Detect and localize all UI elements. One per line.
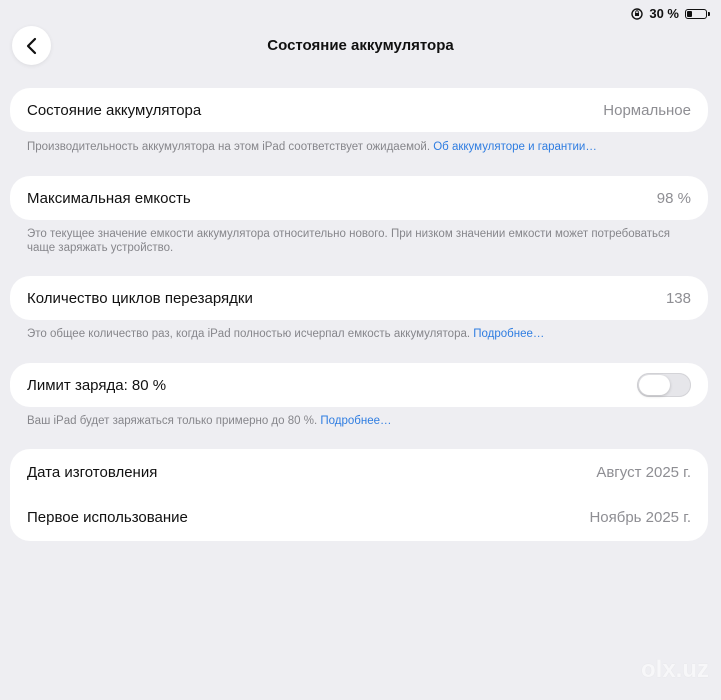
cycle-count-footnote-text: Это общее количество раз, когда iPad пол… bbox=[27, 328, 471, 340]
cycle-count-value: 138 bbox=[665, 289, 691, 307]
page-title: Состояние аккумулятора bbox=[267, 37, 454, 54]
max-capacity-row: Максимальная емкость 98 % bbox=[10, 176, 708, 220]
manufacture-date-row: Дата изготовления Август 2025 г. bbox=[10, 450, 708, 494]
max-capacity-card: Максимальная емкость 98 % bbox=[10, 176, 708, 220]
cycle-count-footnote: Это общее количество раз, когда iPad пол… bbox=[27, 327, 697, 341]
manufacture-date-label: Дата изготовления bbox=[27, 463, 158, 481]
charge-limit-toggle[interactable] bbox=[637, 373, 691, 397]
battery-level-fill bbox=[687, 10, 693, 17]
rotation-lock-icon bbox=[631, 7, 644, 20]
cycle-count-card: Количество циклов перезарядки 138 bbox=[10, 276, 708, 320]
battery-health-footnote-text: Производительность аккумулятора на этом … bbox=[27, 141, 431, 153]
cycle-count-label: Количество циклов перезарядки bbox=[27, 289, 253, 307]
toggle-knob bbox=[639, 375, 670, 395]
cycle-count-row: Количество циклов перезарядки 138 bbox=[10, 276, 708, 320]
battery-health-card: Состояние аккумулятора Нормальное bbox=[10, 88, 708, 132]
watermark-text: olx.uz bbox=[640, 656, 709, 683]
max-capacity-footnote: Это текущее значение емкости аккумулятор… bbox=[27, 228, 670, 254]
battery-health-value: Нормальное bbox=[603, 101, 691, 119]
max-capacity-value: 98 % bbox=[656, 189, 691, 207]
battery-health-label: Состояние аккумулятора bbox=[27, 101, 202, 119]
battery-health-row: Состояние аккумулятора Нормальное bbox=[10, 88, 708, 132]
battery-icon bbox=[685, 8, 710, 19]
charge-limit-more-link[interactable]: Подробнее… bbox=[320, 415, 391, 427]
first-use-row: Первое использование Ноябрь 2025 г. bbox=[10, 494, 708, 540]
status-bar: 30 % bbox=[631, 6, 710, 21]
dates-card: Дата изготовления Август 2025 г. Первое … bbox=[10, 449, 708, 541]
watermark: olx.uz bbox=[641, 656, 709, 684]
charge-limit-label: Лимит заряда: 80 % bbox=[27, 376, 167, 394]
first-use-label: Первое использование bbox=[27, 508, 188, 526]
charge-limit-footnote-text: Ваш iPad будет заряжаться только примерн… bbox=[27, 415, 318, 427]
battery-percent: 30 % bbox=[649, 6, 679, 21]
battery-warranty-link[interactable]: Об аккумуляторе и гарантии… bbox=[433, 141, 597, 153]
charge-limit-footnote: Ваш iPad будет заряжаться только примерн… bbox=[27, 414, 697, 428]
charge-limit-card: Лимит заряда: 80 % bbox=[10, 363, 708, 407]
first-use-value: Ноябрь 2025 г. bbox=[589, 508, 691, 526]
charge-limit-row: Лимит заряда: 80 % bbox=[10, 363, 708, 407]
cycle-count-more-link[interactable]: Подробнее… bbox=[473, 328, 544, 340]
max-capacity-label: Максимальная емкость bbox=[27, 189, 191, 207]
battery-health-footnote: Производительность аккумулятора на этом … bbox=[27, 140, 697, 154]
manufacture-date-value: Август 2025 г. bbox=[596, 463, 691, 481]
